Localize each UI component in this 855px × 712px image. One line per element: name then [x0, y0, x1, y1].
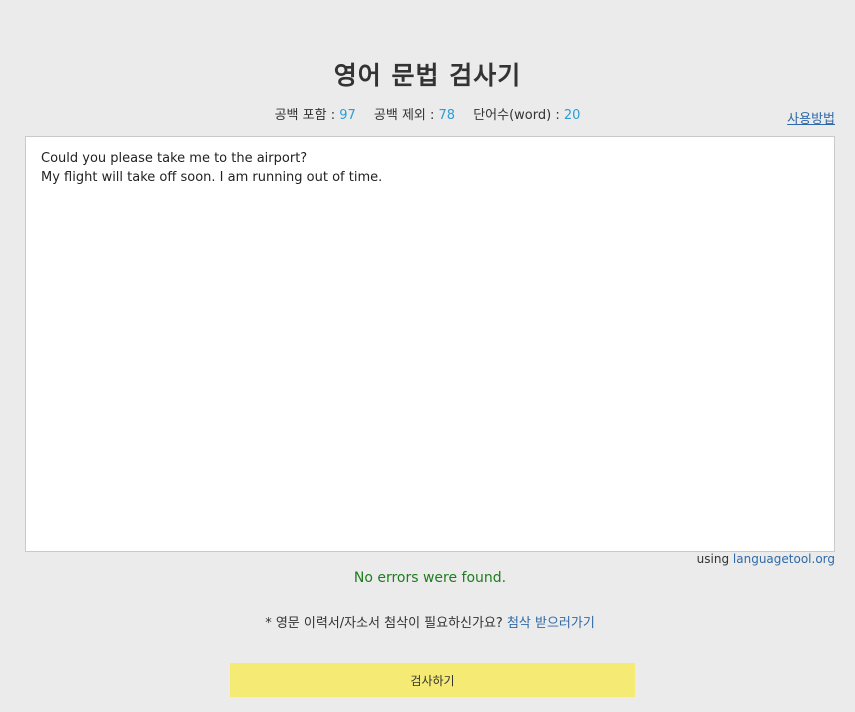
- grammar-checker-page: 영어 문법 검사기 공백 포함 : 97 공백 제외 : 78 단어수(word…: [0, 0, 855, 712]
- text-input-area[interactable]: Could you please take me to the airport?…: [25, 136, 835, 552]
- stat-with-spaces: 공백 포함 : 97: [275, 108, 356, 123]
- promo-text: * 영문 이력서/자소서 첨삭이 필요하신가요?: [265, 616, 507, 631]
- text-line-2: My flight will take off soon. I am runni…: [41, 170, 383, 185]
- stat-without-spaces: 공백 제외 : 78: [374, 108, 455, 123]
- attribution-prefix: using: [696, 552, 733, 566]
- character-stats: 공백 포함 : 97 공백 제외 : 78 단어수(word) : 20: [0, 104, 855, 123]
- stat-words-value: 20: [563, 108, 581, 123]
- result-message: No errors were found.: [353, 570, 507, 586]
- stat-with-spaces-value: 97: [339, 108, 356, 123]
- how-to-use-link[interactable]: 사용방법: [787, 108, 835, 127]
- stat-words-label: 단어수(word) :: [473, 108, 564, 123]
- stat-with-spaces-label: 공백 포함 :: [274, 108, 340, 123]
- languagetool-link[interactable]: languagetool.org: [733, 552, 835, 566]
- text-line-1: Could you please take me to the airport?: [41, 151, 308, 166]
- attribution: using languagetool.org: [697, 552, 835, 566]
- check-button[interactable]: 검사하기: [230, 663, 635, 697]
- stat-words: 단어수(word) : 20: [473, 108, 580, 123]
- page-title: 영어 문법 검사기: [333, 61, 522, 90]
- stat-without-spaces-label: 공백 제외 :: [373, 108, 439, 123]
- proofreading-link[interactable]: 첨삭 받으러가기: [507, 616, 595, 631]
- stat-without-spaces-value: 78: [438, 108, 456, 123]
- proofreading-promo: * 영문 이력서/자소서 첨삭이 필요하신가요? 첨삭 받으러가기: [0, 612, 855, 631]
